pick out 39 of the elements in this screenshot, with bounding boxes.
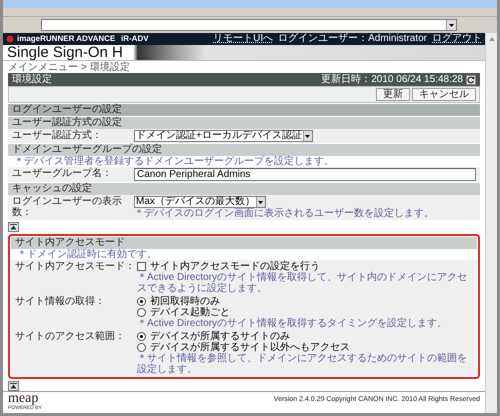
page-title: Single Sign-On H [7, 44, 123, 60]
section-header: ログインユーザーの設定 [8, 104, 480, 116]
note-text: ＊Active Directoryのサイト情報を取得するタイミングを設定します。 [137, 318, 448, 329]
panel-title: 環境設定 [12, 74, 52, 86]
breadcrumb-separator: > [81, 62, 87, 72]
note-text: ＊サイト情報を参照して、ドメインにアクセスするためのサイトの範囲を設定します。 [137, 353, 468, 375]
login-user-text: ログインユーザー：Administrator [278, 33, 427, 45]
device-name: iR-ADV [121, 33, 149, 45]
meap-logo: meap [8, 392, 38, 405]
brand-name: imageRUNNER ADVANCE [17, 33, 116, 45]
radio-label: デバイス起動ごと [150, 307, 230, 318]
input-field[interactable]: Canon Peripheral Admins [134, 168, 476, 181]
note-text: ＊デバイス管理者を登録するドメインユーザーグループを設定します。 [13, 156, 335, 167]
field-label: ユーザーグループ名： [12, 168, 113, 181]
radio-label: デバイスが所属するサイト以外へもアクセス [150, 342, 350, 353]
subsection-header: ドメインユーザーグループの設定 [8, 144, 480, 156]
checkbox-label: サイト内アクセスモードの設定を行う [150, 261, 320, 272]
field-label: サイトのアクセス範囲： [15, 331, 126, 344]
action-button[interactable]: 更新 [376, 88, 410, 101]
header-link[interactable]: ログアウト [432, 33, 482, 45]
breadcrumb-item[interactable]: メインメニュー [8, 62, 78, 72]
header-link[interactable]: リモートUIへ [213, 33, 274, 45]
field-label: ユーザー認証方式： [12, 130, 103, 142]
field-label: サイト内アクセスモード： [15, 261, 136, 274]
subsection-header: サイト内アクセスモード [11, 237, 477, 249]
breadcrumb-item: 環境設定 [90, 62, 130, 72]
update-time: 更新日時：2010 06/24 15:48:28 [321, 74, 463, 86]
radio-label: デバイスが所属するサイトのみ [150, 331, 290, 342]
dropdown[interactable]: ドメイン認証+ローカルデバイス認証 [134, 130, 313, 142]
field-label: サイト情報の取得： [15, 296, 106, 309]
radio-label: 初回取得時のみ [150, 296, 220, 307]
action-button[interactable]: キャンセル [412, 88, 476, 101]
dropdown[interactable]: Max（デバイスの最大数） [134, 196, 266, 208]
subsection-header: キャッシュの設定 [8, 183, 480, 195]
note-text: ＊Active Directoryのサイト情報を取得して、サイト内のドメインにアクセスできるように設定します。 [137, 272, 468, 294]
field-label: ログインユーザーの表示数： [12, 196, 123, 219]
note-text: ＊ドメイン認証時に有効です。 [16, 249, 158, 260]
note-text: ＊デバイスのログイン画面に表示されるユーザー数を設定します。 [134, 208, 435, 219]
subsection-header: ユーザー認証方式の設定 [8, 117, 480, 129]
